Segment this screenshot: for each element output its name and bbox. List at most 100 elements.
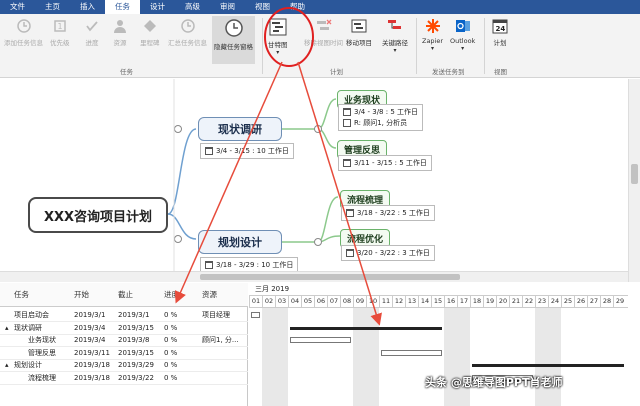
cell-start: 2019/3/18 [74,361,110,369]
weekend-shade [366,307,379,406]
root-topic[interactable]: XXX咨询项目计划 [28,197,168,233]
hide-task-pane-button[interactable]: 隐藏任务窗格 [212,16,255,64]
critical-path-button[interactable]: 关键路径 ▾ [382,18,408,54]
gantt-day-label: 05 [301,296,314,307]
gantt-day-label: 20 [496,296,509,307]
clock-icon [224,18,244,38]
task-row[interactable]: 项目启动会 2019/3/1 2019/3/1 0 % 项目经理 [0,309,248,322]
topic-planning-design[interactable]: 规划设计 [198,230,282,254]
cell-start: 2019/3/18 [74,373,110,382]
ribbon-tab[interactable]: 插入 [70,0,105,14]
task-row[interactable]: 管理反思 2019/3/11 2019/3/15 0 % [0,347,248,360]
task-row[interactable]: 流程梳理 2019/3/18 2019/3/22 0 % [0,372,248,385]
ribbon-tab[interactable]: 设计 [140,0,175,14]
cell-task: 项目启动会 [14,311,49,319]
gantt-day-label: 24 [548,296,561,307]
calendar-icon [343,159,351,167]
cell-progress: 0 % [164,373,178,382]
topic-current-research[interactable]: 现状调研 [198,117,282,141]
column-header-start[interactable]: 开始 [74,283,89,307]
summary-task-info-button[interactable]: 汇总任务信息 [168,18,207,47]
zapier-button[interactable]: Zapier ▾ [422,18,443,52]
gantt-day-label: 15 [431,296,444,307]
task-row[interactable]: ▴ 现状调研 2019/3/4 2019/3/15 0 % [0,322,248,335]
cell-task: 规划设计 [14,361,42,369]
weekend-shade [444,307,457,406]
collapse-toggle-icon[interactable]: ▴ [5,359,9,372]
ribbon-separator [416,18,417,74]
gantt-task-bar[interactable] [290,337,351,343]
svg-text:1: 1 [57,22,62,31]
column-header-resource[interactable]: 资源 [202,283,217,307]
vertical-scrollbar[interactable] [628,79,640,282]
progress-icon [84,18,100,34]
weekend-shade [548,307,561,406]
gantt-day-label: 10 [366,296,379,307]
vertical-scroll-thumb[interactable] [631,164,638,184]
gantt-day-label: 07 [327,296,340,307]
schedule-button[interactable]: 24 计划 [492,18,508,47]
resource-icon [343,119,351,127]
group-label-task: 任务 [120,68,133,76]
cell-progress: 0 % [164,323,178,332]
zapier-icon [425,18,441,34]
gantt-day-label: 27 [587,296,600,307]
milestone-button[interactable]: 里程碑 [140,18,160,47]
column-header-progress[interactable]: 进度 [164,283,179,307]
ribbon-tab[interactable]: 主页 [35,0,70,14]
highlight-circle [264,7,314,67]
ribbon-tab[interactable]: 任务 [105,0,140,14]
gantt-day-label: 22 [522,296,535,307]
resource-button[interactable]: 资源 [112,18,128,47]
cell-end: 2019/3/22 [118,373,154,382]
mindmap-canvas[interactable]: XXX咨询项目计划 现状调研 3/4 - 3/15 : 10 工作日 规划设计 … [0,79,628,271]
weekend-shade [353,307,366,406]
gantt-day-label: 03 [275,296,288,307]
cell-progress: 0 % [164,348,178,357]
ribbon-tab[interactable]: 审阅 [210,0,245,14]
cell-start: 2019/3/4 [74,323,106,332]
group-label-plan: 计划 [330,68,343,76]
move-project-button[interactable]: 移动项目 [346,18,372,47]
add-task-info-button[interactable]: 添加任务信息 [4,18,43,47]
collapse-toggle-icon[interactable]: ▴ [5,322,9,335]
task-row[interactable]: ▴ 规划设计 2019/3/18 2019/3/29 0 % [0,359,248,372]
task-grid-header: 任务 开始 截止 进度 资源 [0,283,248,307]
cell-task: 现状调研 [14,323,42,332]
gantt-day-label: 18 [470,296,483,307]
gantt-day-label: 08 [340,296,353,307]
cell-end: 2019/3/29 [118,361,154,369]
svg-text:24: 24 [496,25,506,33]
gantt-day-label: 09 [353,296,366,307]
diamond-icon [142,18,158,34]
weekend-shade [275,307,288,406]
cell-progress: 0 % [164,311,178,319]
calendar-icon [205,147,213,155]
column-header-end[interactable]: 截止 [118,283,133,307]
priority-button[interactable]: 1 优先级 [50,18,70,47]
gantt-day-label: 17 [457,296,470,307]
ribbon-tab[interactable]: 高级 [175,0,210,14]
progress-button[interactable]: 进度 [84,18,100,47]
task-row[interactable]: 业务现状 2019/3/4 2019/3/8 0 % 顾问1, 分... [0,334,248,347]
cell-resource: 顾问1, 分... [202,336,239,344]
cell-start: 2019/3/4 [74,336,106,344]
outlook-icon [455,18,471,34]
horizontal-scrollbar[interactable] [0,271,628,282]
cell-resource: 项目经理 [202,311,230,319]
cell-start: 2019/3/1 [74,311,106,319]
gantt-day-label: 25 [561,296,574,307]
calendar-icon [205,261,213,269]
outlook-button[interactable]: Outlook ▾ [450,18,475,52]
gantt-month-header: 三月 2019 [249,283,628,296]
gantt-task-bar[interactable] [251,312,260,318]
column-header-task[interactable]: 任务 [14,283,29,307]
ribbon-tab[interactable]: 文件 [0,0,35,14]
gantt-summary-bar[interactable] [472,364,624,367]
topic-planning-design-date: 3/18 - 3/29 : 10 工作日 [200,257,299,271]
gantt-task-bar[interactable] [381,349,442,356]
gantt-summary-bar[interactable] [290,326,442,330]
horizontal-scroll-thumb[interactable] [200,274,460,280]
gantt-day-label: 28 [600,296,613,307]
gantt-day-label: 21 [509,296,522,307]
